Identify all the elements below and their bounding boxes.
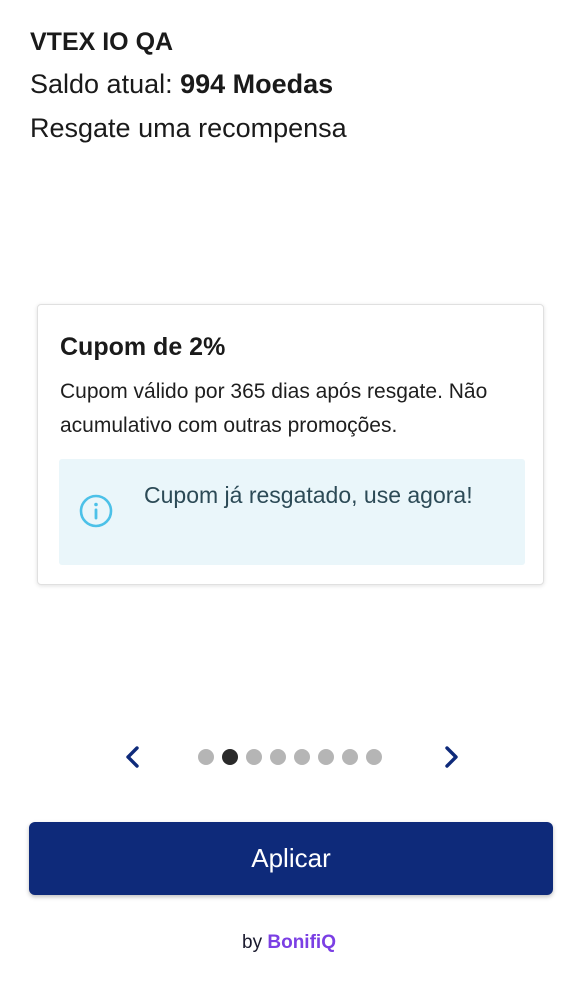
notice-text: Cupom já resgatado, use agora! bbox=[144, 482, 473, 508]
balance: Saldo atual: 994 Moedas bbox=[30, 62, 550, 106]
header: VTEX IO QA Saldo atual: 994 Moedas Resga… bbox=[30, 22, 550, 150]
info-icon bbox=[79, 494, 113, 528]
page-subtitle: Resgate uma recompensa bbox=[30, 113, 347, 143]
carousel-pager bbox=[0, 737, 578, 777]
pager-dot[interactable] bbox=[246, 749, 262, 765]
balance-label: Saldo atual: bbox=[30, 69, 173, 99]
redeemed-notice: Cupom já resgatado, use agora! bbox=[59, 459, 525, 565]
pager-dot[interactable] bbox=[222, 749, 238, 765]
pager-dot[interactable] bbox=[366, 749, 382, 765]
chevron-right-icon[interactable] bbox=[436, 741, 466, 773]
brand-link[interactable]: BonifiQ bbox=[267, 932, 336, 953]
powered-by-prefix: by bbox=[242, 932, 263, 953]
pager-dot[interactable] bbox=[270, 749, 286, 765]
pager-dot[interactable] bbox=[198, 749, 214, 765]
pager-dot[interactable] bbox=[294, 749, 310, 765]
pager-dots bbox=[198, 749, 382, 765]
store-name: VTEX IO QA bbox=[30, 28, 174, 56]
balance-value: 994 Moedas bbox=[180, 69, 334, 99]
powered-by: by BonifiQ bbox=[0, 930, 578, 956]
chevron-left-icon[interactable] bbox=[118, 741, 148, 773]
pager-dot[interactable] bbox=[318, 749, 334, 765]
apply-button[interactable]: Aplicar bbox=[29, 822, 553, 895]
reward-description: Cupom válido por 365 dias após resgate. … bbox=[60, 380, 488, 437]
pager-dot[interactable] bbox=[342, 749, 358, 765]
reward-card: Cupom de 2% Cupom válido por 365 dias ap… bbox=[37, 304, 544, 585]
reward-title: Cupom de 2% bbox=[60, 333, 226, 361]
